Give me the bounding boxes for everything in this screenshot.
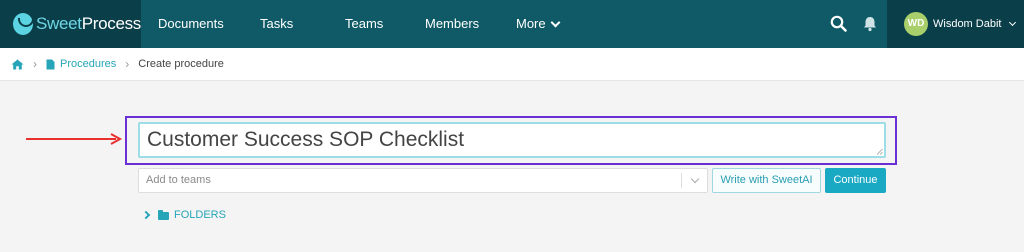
- nav-more-label: More: [516, 16, 546, 31]
- annotation-arrow: [26, 133, 123, 145]
- avatar: WD: [904, 12, 928, 36]
- procedure-title-input[interactable]: Customer Success SOP Checklist: [138, 122, 886, 158]
- nav-more[interactable]: More: [516, 0, 561, 48]
- add-to-teams-placeholder: Add to teams: [146, 174, 211, 186]
- chevron-down-icon: [1009, 18, 1017, 27]
- procedure-title-value: Customer Success SOP Checklist: [147, 128, 465, 151]
- breadcrumb-separator: ›: [33, 57, 37, 71]
- breadcrumb-current: Create procedure: [138, 58, 224, 70]
- user-name: Wisdom Dabit: [933, 18, 1002, 30]
- breadcrumb-separator: ›: [125, 57, 130, 71]
- chevron-down-icon: [690, 174, 700, 184]
- nav-documents[interactable]: Documents: [158, 0, 224, 48]
- bell-icon[interactable]: [860, 14, 880, 34]
- nav-teams[interactable]: Teams: [345, 0, 383, 48]
- chevron-right-icon: [141, 210, 151, 220]
- resize-grip-icon[interactable]: [876, 148, 883, 155]
- nav-tasks[interactable]: Tasks: [260, 0, 293, 48]
- folders-toggle[interactable]: FOLDERS: [141, 209, 226, 221]
- user-menu[interactable]: WD Wisdom Dabit: [887, 0, 1024, 48]
- breadcrumb-procedures-label: Procedures: [60, 58, 117, 70]
- search-icon[interactable]: [829, 14, 849, 34]
- write-with-sweetai-button[interactable]: Write with SweetAI: [712, 168, 821, 193]
- continue-button[interactable]: Continue: [825, 168, 886, 193]
- top-navbar: SweetProcess Documents Tasks Teams Membe…: [0, 0, 1024, 48]
- select-divider: [681, 173, 682, 188]
- folders-label: FOLDERS: [174, 209, 226, 221]
- add-to-teams-select[interactable]: Add to teams: [138, 168, 708, 193]
- breadcrumb: › Procedures › Create procedure: [0, 48, 1024, 81]
- brand-wordmark: SweetProcess: [35, 14, 141, 33]
- document-icon: [46, 59, 55, 69]
- sweetprocess-cup-icon: [13, 13, 34, 35]
- breadcrumb-procedures[interactable]: Procedures: [46, 58, 116, 70]
- folder-icon: [158, 209, 169, 220]
- chevron-down-icon: [550, 17, 561, 27]
- nav-members[interactable]: Members: [425, 0, 479, 48]
- home-icon[interactable]: [11, 59, 24, 70]
- brand-logo[interactable]: SweetProcess: [0, 0, 141, 48]
